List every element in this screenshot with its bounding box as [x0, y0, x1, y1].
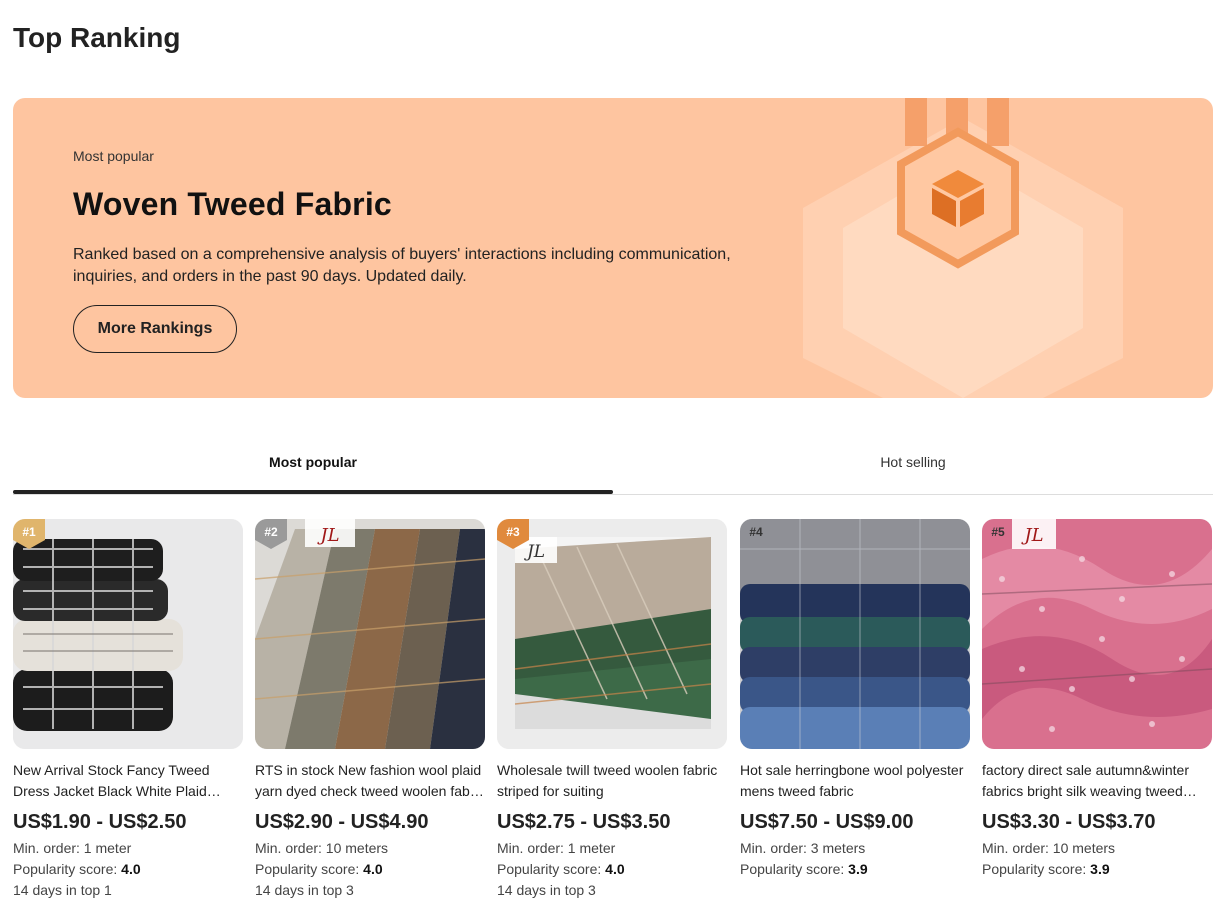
popularity-label: Popularity score:: [497, 861, 602, 877]
tab-most-popular[interactable]: Most popular: [13, 430, 613, 494]
product-list: #1 New Arrival Stock Fancy Tweed Dress J…: [13, 519, 1213, 903]
popularity-value: 4.0: [363, 861, 383, 877]
popularity-label: Popularity score:: [13, 861, 118, 877]
product-price: US$3.30 - US$3.70: [982, 811, 1156, 833]
popularity-value: 3.9: [1090, 861, 1110, 877]
product-meta: Min. order: 1 meter Popularity score: 4.…: [497, 838, 727, 901]
product-card[interactable]: JL #5 factory direct sale autumn&winter …: [982, 519, 1212, 880]
banner-title: Woven Tweed Fabric: [73, 186, 392, 222]
popularity-score: Popularity score: 3.9: [982, 859, 1212, 880]
popularity-label: Popularity score:: [740, 861, 845, 877]
days-in-top: 14 days in top 3: [255, 882, 354, 898]
product-price: US$7.50 - US$9.00: [740, 811, 914, 833]
product-title[interactable]: New Arrival Stock Fancy Tweed Dress Jack…: [13, 760, 243, 802]
product-meta: Min. order: 3 meters Popularity score: 3…: [740, 838, 970, 880]
product-title[interactable]: factory direct sale autumn&winter fabric…: [982, 760, 1212, 802]
min-order: Min. order: 1 meter: [497, 840, 616, 856]
product-title[interactable]: RTS in stock New fashion wool plaid yarn…: [255, 760, 485, 802]
svg-text:JL: JL: [316, 525, 339, 546]
min-order: Min. order: 10 meters: [255, 840, 389, 856]
days-in-top: 14 days in top 1: [13, 882, 112, 898]
product-image[interactable]: #4: [740, 519, 970, 749]
popularity-value: 4.0: [121, 861, 141, 877]
product-meta: Min. order: 1 meter Popularity score: 4.…: [13, 838, 243, 901]
svg-text:JL: JL: [1020, 525, 1043, 546]
product-image[interactable]: JL #3: [497, 519, 727, 749]
tab-hot-selling[interactable]: Hot selling: [613, 430, 1213, 494]
active-tab-indicator: [13, 490, 613, 494]
product-meta: Min. order: 10 meters Popularity score: …: [982, 838, 1212, 880]
more-rankings-button[interactable]: More Rankings: [73, 305, 237, 353]
ranking-banner: Most popular Woven Tweed Fabric Ranked b…: [13, 98, 1213, 398]
min-order: Min. order: 3 meters: [740, 840, 866, 856]
ranking-tabs: Most popular Hot selling: [13, 430, 1213, 495]
product-image[interactable]: JL #5: [982, 519, 1212, 749]
popularity-label: Popularity score:: [982, 861, 1087, 877]
product-image[interactable]: #1: [13, 519, 243, 749]
svg-text:JL: JL: [524, 542, 545, 562]
days-in-top: 14 days in top 3: [497, 882, 596, 898]
min-order: Min. order: 10 meters: [982, 840, 1116, 856]
popularity-value: 3.9: [848, 861, 868, 877]
rank-badge: #4: [749, 525, 763, 539]
rank-badge: #5: [991, 525, 1005, 539]
product-card[interactable]: #4 Hot sale herringbone wool polyester m…: [740, 519, 970, 880]
banner-description: Ranked based on a comprehensive analysis…: [73, 246, 731, 285]
popularity-label: Popularity score:: [255, 861, 360, 877]
popularity-score: Popularity score: 3.9: [740, 859, 970, 880]
popularity-score: Popularity score: 4.0: [13, 859, 243, 880]
popularity-score: Popularity score: 4.0: [497, 859, 727, 880]
product-price: US$2.75 - US$3.50: [497, 811, 671, 833]
product-meta: Min. order: 10 meters Popularity score: …: [255, 838, 485, 901]
ranking-box-icon: [803, 98, 1123, 398]
product-title[interactable]: Wholesale twill tweed woolen fabric stri…: [497, 760, 727, 802]
popularity-score: Popularity score: 4.0: [255, 859, 485, 880]
product-card[interactable]: JL #2 RTS in stock New fashion wool plai…: [255, 519, 485, 901]
min-order: Min. order: 1 meter: [13, 840, 132, 856]
product-card[interactable]: #1 New Arrival Stock Fancy Tweed Dress J…: [13, 519, 243, 901]
product-price: US$2.90 - US$4.90: [255, 811, 429, 833]
product-card[interactable]: JL #3 Wholesale twill tweed woolen fabri…: [497, 519, 727, 901]
page-title: Top Ranking: [13, 22, 181, 53]
product-title[interactable]: Hot sale herringbone wool polyester mens…: [740, 760, 970, 802]
popularity-value: 4.0: [605, 861, 625, 877]
product-price: US$1.90 - US$2.50: [13, 811, 187, 833]
banner-kicker: Most popular: [73, 148, 154, 164]
product-image[interactable]: JL #2: [255, 519, 485, 749]
